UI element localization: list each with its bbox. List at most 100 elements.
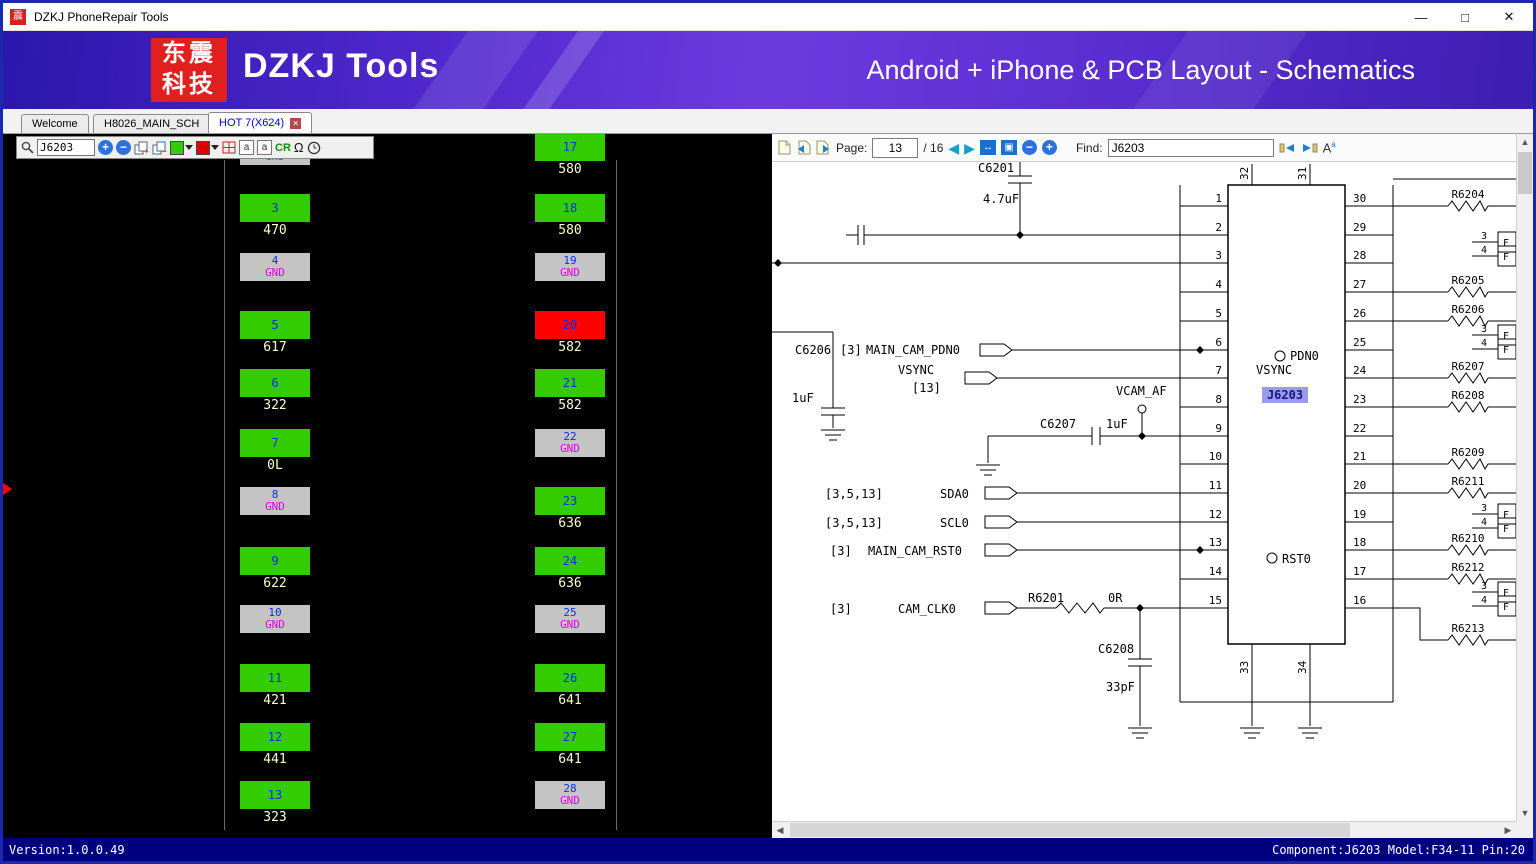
ic-pin-number: 14 xyxy=(1209,565,1223,578)
pin-box-22[interactable]: 22 GND xyxy=(535,429,605,457)
page-zoom-in-button[interactable]: + xyxy=(1041,140,1057,155)
next-sheet-icon[interactable] xyxy=(816,140,831,155)
pin-box-27[interactable]: 27 xyxy=(535,723,605,751)
schematic-wires xyxy=(772,162,1516,726)
resistor-symbol xyxy=(1447,372,1489,385)
prev-sheet-icon[interactable] xyxy=(796,140,811,155)
horizontal-scrollbar[interactable]: ◀ ▶ xyxy=(772,821,1516,838)
pin-box-4[interactable]: 4 GND xyxy=(240,253,310,281)
resistor-label: R6206 xyxy=(1451,303,1484,316)
chevron-down-icon xyxy=(185,145,193,150)
page-label: Page: xyxy=(836,140,868,155)
tab-close-icon[interactable]: ✕ xyxy=(290,117,302,129)
ic-pin-number: 10 xyxy=(1209,450,1222,463)
pin-box-26[interactable]: 26 xyxy=(535,664,605,692)
minimize-button[interactable]: — xyxy=(1399,3,1443,31)
pin-box-3[interactable]: 3 xyxy=(240,194,310,222)
ic-outline[interactable] xyxy=(1227,184,1346,645)
pin-box-7[interactable]: 7 xyxy=(240,429,310,457)
zoom-in-button[interactable]: + xyxy=(98,140,113,155)
font-size-icon[interactable]: Aa xyxy=(1323,140,1336,155)
scroll-left-icon[interactable]: ◀ xyxy=(772,822,788,838)
ohm-toggle[interactable]: Ω xyxy=(294,140,304,155)
window-add-icon[interactable]: + xyxy=(134,141,149,155)
ic-pin-number: 24 xyxy=(1353,364,1367,377)
resistor-label: R6210 xyxy=(1451,532,1484,545)
pin-box-13[interactable]: 13 xyxy=(240,781,310,809)
vertical-scrollbar[interactable]: ▲ ▼ xyxy=(1516,134,1533,821)
connector-pin-number: 3 xyxy=(1481,231,1487,242)
ic-pin-number: 25 xyxy=(1353,336,1366,349)
resistor-symbol xyxy=(1447,286,1489,299)
pin-box-21[interactable]: 21 xyxy=(535,369,605,397)
find-next-icon[interactable] xyxy=(1301,142,1318,154)
ic-pin-number: 5 xyxy=(1215,307,1222,320)
schematic-toolbar: Page: / 16 ◀ ▶ ↔ ▣ − + Find: Aa xyxy=(772,134,1516,162)
tab-welcome[interactable]: Welcome xyxy=(21,114,89,133)
schematic-label: C6208 xyxy=(1098,642,1134,656)
fit-page-icon[interactable]: ▣ xyxy=(1000,140,1017,155)
horizontal-scroll-thumb[interactable] xyxy=(790,823,1350,837)
clock-icon[interactable] xyxy=(307,141,321,155)
schematic-label: C6207 xyxy=(1040,417,1076,431)
pin-box-20[interactable]: 20 xyxy=(535,311,605,339)
prev-page-button[interactable]: ◀ xyxy=(948,141,959,155)
page-zoom-out-button[interactable]: − xyxy=(1021,140,1037,155)
pin-box-25[interactable]: 25 GND xyxy=(535,605,605,633)
pin-box-9[interactable]: 9 xyxy=(240,547,310,575)
pin-box-19[interactable]: 19 GND xyxy=(535,253,605,281)
schematic-canvas[interactable]: 1 30 2 29 3 28 4 27 5 26 6 25 7 24 8 23 9 22 10 21 11 20 12 19 1… xyxy=(772,162,1516,821)
pdn0-pin-circle xyxy=(1274,350,1286,362)
fill-color-picker[interactable] xyxy=(170,140,193,155)
find-prev-icon[interactable] xyxy=(1279,142,1296,154)
version-text: Version:1.0.0.49 xyxy=(9,842,125,857)
export-page-icon[interactable] xyxy=(778,140,791,155)
scroll-right-icon[interactable]: ▶ xyxy=(1500,822,1516,838)
label-a-icon[interactable]: a xyxy=(239,140,254,155)
ic-pin-number: 2 xyxy=(1215,221,1222,234)
pin-box-10[interactable]: 10 GND xyxy=(240,605,310,633)
zoom-out-button[interactable]: − xyxy=(116,140,131,155)
window-remove-icon[interactable]: − xyxy=(152,141,167,155)
pin-box-12[interactable]: 12 xyxy=(240,723,310,751)
pin-measure-value: 641 xyxy=(558,693,582,708)
pin-search-input[interactable] xyxy=(37,139,95,156)
pin-measure-value: 582 xyxy=(558,340,582,355)
fit-width-icon[interactable]: ↔ xyxy=(979,140,996,155)
scroll-up-icon[interactable]: ▲ xyxy=(1517,134,1533,150)
pin-box-6[interactable]: 6 xyxy=(240,369,310,397)
grid-icon[interactable] xyxy=(222,141,236,154)
find-input[interactable] xyxy=(1107,138,1274,157)
cr-toggle[interactable]: CR xyxy=(275,142,291,154)
resistor-symbol xyxy=(1447,634,1489,647)
pin-box-28[interactable]: 28 GND xyxy=(535,781,605,809)
pin-box-5[interactable]: 5 xyxy=(240,311,310,339)
next-page-button[interactable]: ▶ xyxy=(964,141,975,155)
connector-pin-number: 3 xyxy=(1481,581,1487,592)
vertical-scroll-thumb[interactable] xyxy=(1518,152,1532,194)
pin-box-8[interactable]: 8 GND xyxy=(240,487,310,515)
pin-box-18[interactable]: 18 xyxy=(535,194,605,222)
tab-hot7[interactable]: HOT 7(X624) ✕ xyxy=(208,112,313,133)
pin-box-11[interactable]: 11 xyxy=(240,664,310,692)
schematic-label: [3,5,13] xyxy=(825,516,883,530)
brand-title: DZKJ Tools xyxy=(243,47,440,85)
highlight-color-picker[interactable] xyxy=(196,140,219,155)
pin-box-17[interactable]: 17 xyxy=(535,134,605,161)
pin-box-24[interactable]: 24 xyxy=(535,547,605,575)
tab-main-sch[interactable]: H8026_MAIN_SCH xyxy=(93,114,211,133)
resistor-label: R6211 xyxy=(1451,475,1484,488)
resistor-label: R6209 xyxy=(1451,446,1484,459)
resistor-symbol xyxy=(1447,544,1489,557)
resistor-symbol xyxy=(1447,200,1489,213)
page-number-input[interactable] xyxy=(872,137,919,158)
maximize-button[interactable]: □ xyxy=(1443,3,1487,31)
pin-gnd-label: GND xyxy=(560,618,580,631)
label-a2-icon[interactable]: a xyxy=(257,140,272,155)
schematic-panel: Page: / 16 ◀ ▶ ↔ ▣ − + Find: Aa xyxy=(772,134,1533,838)
close-button[interactable]: ✕ xyxy=(1487,3,1531,31)
pin-box-23[interactable]: 23 xyxy=(535,487,605,515)
search-icon xyxy=(21,141,34,154)
scroll-down-icon[interactable]: ▼ xyxy=(1517,805,1533,821)
ic-pin-number: 19 xyxy=(1353,508,1366,521)
